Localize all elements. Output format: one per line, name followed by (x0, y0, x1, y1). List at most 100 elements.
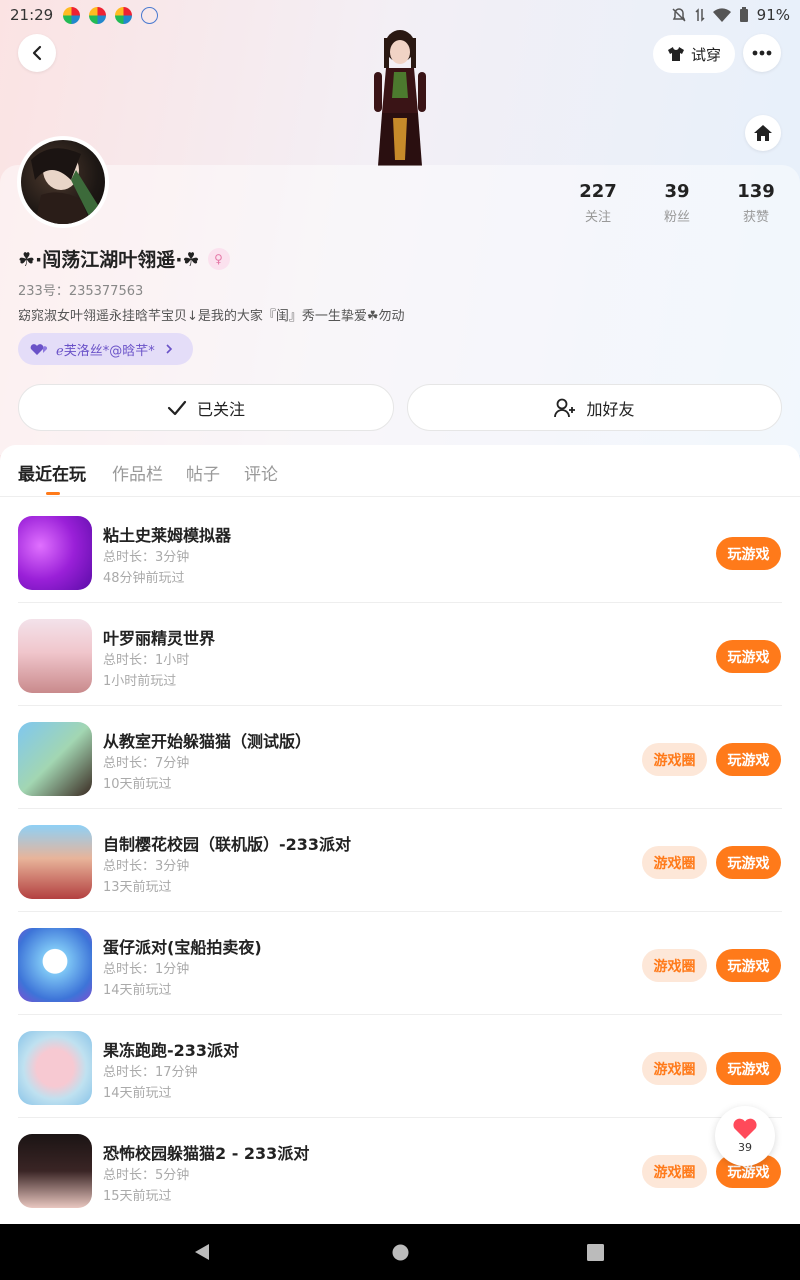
game-name: 果冻跑跑-233派对 (103, 1041, 240, 1060)
gender-female-icon: ♀ (207, 247, 230, 270)
play-game-button[interactable]: 玩游戏 (716, 743, 781, 776)
game-icon (18, 722, 92, 796)
more-button[interactable] (743, 34, 781, 72)
game-circle-button[interactable]: 游戏圈 (642, 846, 707, 879)
tab-posts[interactable]: 帖子 (186, 460, 220, 485)
nav-back-icon[interactable] (193, 1243, 211, 1261)
game-name: 自制樱花校园（联机版）-233派对 (103, 835, 352, 854)
double-heart-icon (30, 344, 48, 355)
game-row[interactable]: 蛋仔派对(宝船拍卖夜) 总时长：1分钟 14天前玩过 游戏圈 玩游戏 (0, 912, 800, 1015)
game-name: 叶罗丽精灵世界 (103, 629, 216, 648)
avatar-3d-character[interactable] (360, 28, 440, 166)
add-friend-label: 加好友 (586, 399, 635, 419)
chevron-right-icon (166, 344, 172, 354)
game-name: 蛋仔派对(宝船拍卖夜) (103, 938, 262, 957)
game-duration: 总时长：5分钟 (103, 1168, 190, 1183)
add-friend-button[interactable]: 加好友 (407, 384, 782, 431)
app-notification-icon (63, 6, 81, 24)
try-on-button[interactable]: 试穿 (653, 35, 735, 73)
followed-button[interactable]: 已关注 (18, 384, 394, 431)
game-duration: 总时长：3分钟 (103, 550, 190, 565)
game-last-played: 15天前玩过 (103, 1189, 172, 1204)
user-bio: 窈窕淑女叶翎遥永挂晗芊宝贝↓是我的大家『闺』秀一生挚爱☘勿动 (18, 309, 405, 324)
game-duration: 总时长：3分钟 (103, 859, 190, 874)
game-last-played: 14天前玩过 (103, 983, 172, 998)
check-icon (167, 400, 187, 415)
battery-level: 91% (756, 6, 790, 24)
battery-icon (739, 7, 748, 22)
status-bar: 21:29 91% (0, 0, 800, 30)
like-count: 39 (738, 1141, 752, 1154)
system-navigation-bar (0, 1224, 800, 1280)
game-last-played: 48分钟前玩过 (103, 571, 185, 586)
game-last-played: 13天前玩过 (103, 880, 172, 895)
home-icon (754, 125, 772, 141)
game-row[interactable]: 自制樱花校园（联机版）-233派对 总时长：3分钟 13天前玩过 游戏圈 玩游戏 (0, 809, 800, 912)
profile-tabs: 最近在玩 作品栏 帖子 评论 (0, 445, 800, 497)
game-icon (18, 1134, 92, 1208)
app-notification-icon (115, 6, 133, 24)
stat-followers[interactable]: 39 粉丝 (637, 181, 717, 225)
game-last-played: 14天前玩过 (103, 1086, 172, 1101)
game-row[interactable]: 恐怖校园躲猫猫2 - 233派对 总时长：5分钟 15天前玩过 游戏圈 玩游戏 (0, 1118, 800, 1221)
game-icon (18, 928, 92, 1002)
following-label: 关注 (584, 210, 611, 225)
game-duration: 总时长：1分钟 (103, 962, 190, 977)
game-row[interactable]: 从教室开始躲猫猫（测试版） 总时长：7分钟 10天前玩过 游戏圈 玩游戏 (0, 706, 800, 809)
add-user-icon (554, 398, 576, 417)
user-avatar[interactable] (17, 136, 109, 228)
game-icon (18, 619, 92, 693)
followers-count: 39 (664, 181, 690, 202)
try-on-label: 试穿 (690, 45, 721, 64)
game-duration: 总时长：7分钟 (103, 756, 190, 771)
app-notification-icon (141, 6, 159, 24)
likes-label: 获赞 (742, 210, 769, 225)
back-button[interactable] (18, 34, 56, 72)
play-game-button[interactable]: 玩游戏 (716, 640, 781, 673)
likes-count: 139 (737, 181, 775, 202)
back-arrow-icon (32, 45, 42, 61)
wifi-icon (712, 7, 731, 22)
play-game-button[interactable]: 玩游戏 (716, 846, 781, 879)
nav-recents-icon[interactable] (587, 1244, 604, 1261)
nickname-text: ☘·闯荡江湖叶翎遥·☘ (18, 249, 200, 271)
stat-following[interactable]: 227 关注 (558, 181, 638, 225)
app-notification-icon (89, 6, 107, 24)
game-circle-button[interactable]: 游戏圈 (642, 1052, 707, 1085)
relationship-text: ℯ芙洛丝*@晗芊* (56, 343, 155, 359)
game-duration: 总时长：17分钟 (103, 1065, 198, 1080)
heart-icon (733, 1118, 757, 1139)
game-last-played: 1小时前玩过 (103, 674, 177, 689)
tab-works[interactable]: 作品栏 (112, 460, 163, 485)
followers-label: 粉丝 (663, 210, 690, 225)
game-name: 从教室开始躲猫猫（测试版） (103, 732, 312, 751)
game-last-played: 10天前玩过 (103, 777, 172, 792)
stat-likes[interactable]: 139 获赞 (716, 181, 796, 225)
tab-recently-played[interactable]: 最近在玩 (18, 460, 86, 485)
status-time: 21:29 (10, 6, 54, 24)
avatar-image (31, 148, 101, 224)
mute-icon (672, 8, 686, 22)
game-row[interactable]: 粘土史莱姆模拟器 总时长：3分钟 48分钟前玩过 玩游戏 (0, 500, 800, 603)
game-row[interactable]: 果冻跑跑-233派对 总时长：17分钟 14天前玩过 游戏圈 玩游戏 (0, 1015, 800, 1118)
user-id: 233号：235377563 (18, 284, 144, 299)
game-circle-button[interactable]: 游戏圈 (642, 949, 707, 982)
game-icon (18, 825, 92, 899)
tab-comments[interactable]: 评论 (244, 460, 278, 485)
like-floating-button[interactable]: 39 (715, 1106, 775, 1166)
play-game-button[interactable]: 玩游戏 (716, 949, 781, 982)
tshirt-icon (667, 47, 684, 61)
relationship-tag[interactable]: ℯ芙洛丝*@晗芊* (18, 333, 193, 365)
game-duration: 总时长：1小时 (103, 653, 190, 668)
game-circle-button[interactable]: 游戏圈 (642, 1155, 707, 1188)
play-game-button[interactable]: 玩游戏 (716, 1052, 781, 1085)
game-row[interactable]: 叶罗丽精灵世界 总时长：1小时 1小时前玩过 玩游戏 (0, 603, 800, 706)
play-game-button[interactable]: 玩游戏 (716, 537, 781, 570)
followed-label: 已关注 (196, 399, 245, 419)
game-icon (18, 1031, 92, 1105)
game-name: 恐怖校园躲猫猫2 - 233派对 (103, 1144, 310, 1163)
home-button[interactable] (745, 115, 781, 151)
nav-home-icon[interactable] (392, 1244, 409, 1261)
game-circle-button[interactable]: 游戏圈 (642, 743, 707, 776)
data-transfer-icon (695, 8, 705, 22)
